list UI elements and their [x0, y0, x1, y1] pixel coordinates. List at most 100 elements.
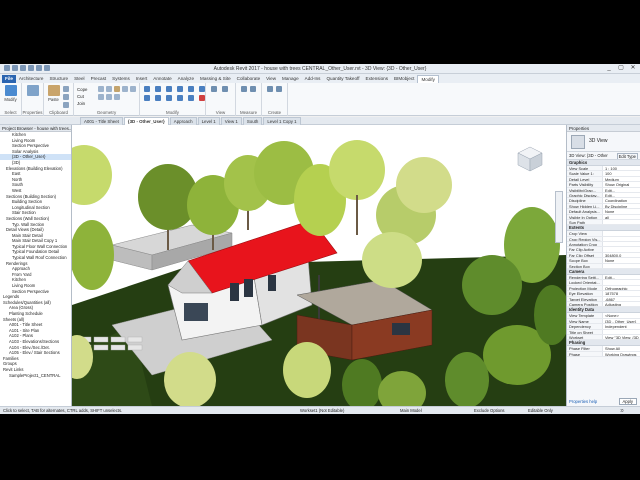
property-value[interactable]: {3D - Other_User} [602, 318, 640, 324]
property-value[interactable]: View "3D View: {3D - [602, 334, 640, 340]
cut-icon[interactable] [63, 86, 69, 92]
property-value[interactable]: Edit... [602, 187, 640, 192]
property-value[interactable]: Medium [602, 176, 640, 182]
exclude-options-toggle[interactable]: Exclude Options [474, 407, 505, 414]
modify-button[interactable]: Modify [3, 85, 18, 105]
copy-element-icon[interactable] [188, 86, 194, 92]
property-value[interactable]: -6867 [602, 296, 640, 301]
tab-add-ins[interactable]: Add-Ins [302, 75, 324, 83]
tab-insert[interactable]: Insert [133, 75, 151, 83]
remove-paint-icon[interactable] [130, 86, 136, 92]
print-icon[interactable] [44, 65, 50, 71]
property-value[interactable]: 1 : 100 [602, 166, 640, 171]
switch-join-icon[interactable] [106, 94, 112, 100]
properties-help-link[interactable]: Properties help [569, 399, 597, 404]
instance-filter[interactable]: 3D View: {3D - Other Edit Type [567, 152, 640, 160]
move-icon[interactable] [177, 86, 183, 92]
type-selector[interactable]: 3D View [567, 132, 640, 152]
tab-structure[interactable]: Structure [46, 75, 71, 83]
tab-architecture[interactable]: Architecture [16, 75, 47, 83]
unjoin-icon[interactable] [98, 94, 104, 100]
navigation-bar[interactable] [555, 191, 563, 243]
view-tab[interactable]: Approach [169, 117, 197, 125]
property-value[interactable]: Edit... [602, 275, 640, 280]
view-tab[interactable]: {3D - Other_User} [123, 117, 169, 125]
join-tool[interactable]: Join [77, 100, 88, 107]
redo-icon[interactable] [36, 65, 42, 71]
tab-collaborate[interactable]: Collaborate [234, 75, 264, 83]
view-tab[interactable]: Level 1 [197, 117, 220, 125]
property-value[interactable]: Orthographic [602, 285, 640, 291]
dimension-icon[interactable] [250, 86, 256, 92]
tab-annotate[interactable]: Annotate [150, 75, 174, 83]
property-value[interactable]: <None> [602, 313, 640, 318]
scale-icon[interactable] [177, 95, 183, 101]
3d-viewport[interactable] [72, 125, 566, 406]
tab-modify[interactable]: Modify [417, 75, 439, 83]
property-value[interactable]: 304800.0 [602, 252, 640, 258]
view-tab[interactable]: A001 - Title Sheet [80, 117, 123, 125]
property-value[interactable]: Working Drawings [602, 351, 640, 357]
selection-filter-count[interactable]: :0 [620, 407, 624, 414]
minimize-button[interactable]: _ [604, 65, 614, 72]
view-tab[interactable]: South [242, 117, 263, 125]
copy-icon[interactable] [63, 94, 69, 100]
editable-only-toggle[interactable]: Editable Only [528, 407, 553, 414]
match-properties-icon[interactable] [63, 102, 69, 108]
create-group-icon[interactable] [276, 86, 282, 92]
viewcube[interactable] [517, 146, 543, 172]
tab-extensions[interactable]: Extensions [363, 75, 391, 83]
property-value[interactable]: Show All [602, 346, 640, 351]
property-value[interactable]: Independent [602, 324, 640, 329]
array-icon[interactable] [166, 95, 172, 101]
delete-icon[interactable] [199, 95, 205, 101]
split-icon[interactable] [155, 95, 161, 101]
active-workset[interactable]: Workset1 (Not Editable) [300, 407, 344, 414]
property-value[interactable]: Show Original [602, 182, 640, 187]
property-value[interactable] [602, 263, 640, 269]
property-value[interactable] [602, 329, 640, 334]
property-value[interactable]: 187578 [602, 291, 640, 296]
view-tab[interactable]: Level 1 Copy 1 [263, 117, 301, 125]
property-value[interactable] [602, 247, 640, 252]
property-value[interactable]: all [602, 214, 640, 219]
property-value[interactable]: 100 [602, 171, 640, 176]
property-value[interactable]: Adjusting [602, 301, 640, 307]
save-icon[interactable] [12, 65, 18, 71]
browser-item[interactable]: Elevations (Building Elevation) [0, 166, 71, 172]
tab-view[interactable]: View [263, 75, 279, 83]
property-value[interactable] [602, 242, 640, 247]
tab-steel[interactable]: Steel [71, 75, 87, 83]
beam-join-icon[interactable] [114, 94, 120, 100]
property-value[interactable] [602, 236, 640, 242]
measure-icon[interactable] [241, 86, 247, 92]
tab-manage[interactable]: Manage [279, 75, 302, 83]
create-part-icon[interactable] [267, 86, 273, 92]
cope-tool[interactable]: Cope [77, 86, 88, 93]
sync-icon[interactable] [20, 65, 26, 71]
maximize-button[interactable]: ▢ [616, 65, 626, 72]
tab-massing-site[interactable]: Massing & Site [197, 75, 234, 83]
tab-bimobject[interactable]: BIMobject [391, 75, 417, 83]
paste-button[interactable]: Paste [46, 85, 61, 105]
apply-button[interactable]: Apply [618, 398, 637, 405]
rotate-icon[interactable] [199, 86, 205, 92]
tab-analyze[interactable]: Analyze [175, 75, 197, 83]
paint-icon[interactable] [114, 86, 120, 92]
cut-tool[interactable]: Cut [77, 93, 88, 100]
split-face-icon[interactable] [106, 86, 112, 92]
property-value[interactable]: Coordination [602, 198, 640, 203]
demolish-icon[interactable] [122, 86, 128, 92]
3d-model-scene[interactable] [72, 125, 566, 406]
mirror-icon[interactable] [166, 86, 172, 92]
trim-icon[interactable] [144, 95, 150, 101]
hide-icon[interactable] [211, 86, 217, 92]
undo-icon[interactable] [28, 65, 34, 71]
close-button[interactable]: ✕ [628, 65, 638, 72]
tab-precast[interactable]: Precast [88, 75, 110, 83]
edit-type-button[interactable]: Edit Type [616, 153, 638, 159]
tab-file[interactable]: File [2, 75, 16, 83]
offset-icon[interactable] [155, 86, 161, 92]
tab-systems[interactable]: Systems [109, 75, 133, 83]
browser-item[interactable]: SampleProject1_CENTRAL [0, 373, 71, 379]
